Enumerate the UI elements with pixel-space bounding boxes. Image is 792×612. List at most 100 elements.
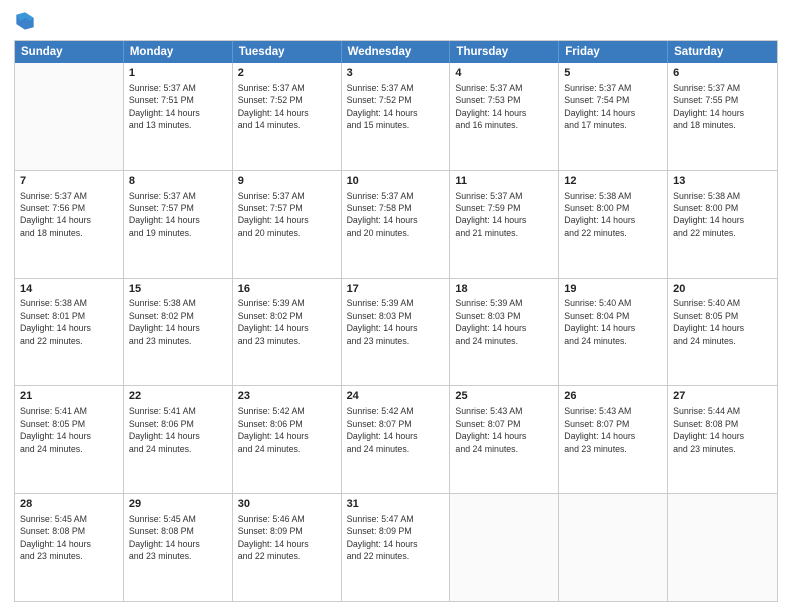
cell-content: Sunrise: 5:37 AM Sunset: 7:57 PM Dayligh…: [238, 191, 309, 238]
day-number: 11: [455, 174, 553, 189]
cal-cell: 6Sunrise: 5:37 AM Sunset: 7:55 PM Daylig…: [668, 63, 777, 170]
cell-content: Sunrise: 5:37 AM Sunset: 7:51 PM Dayligh…: [129, 83, 200, 130]
day-number: 20: [673, 282, 772, 297]
cal-cell: 12 Sunrise: 5:38 AM Sunset: 8:00 PM Dayli…: [559, 171, 668, 278]
day-number: 25: [455, 389, 553, 404]
cal-cell: 10 Sunrise: 5:37 AM Sunset: 7:58 PM Dayli…: [342, 171, 451, 278]
cell-content: Sunrise: 5:43 AM Sunset: 8:07 PM Dayligh…: [564, 406, 635, 453]
cal-cell: 23 Sunrise: 5:42 AM Sunset: 8:06 PM Dayli…: [233, 386, 342, 493]
cal-cell: [450, 494, 559, 601]
cell-content: Sunrise: 5:41 AM Sunset: 8:05 PM Dayligh…: [20, 406, 91, 453]
day-number: 6: [673, 66, 772, 81]
day-number: 30: [238, 497, 336, 512]
cal-cell: 22 Sunrise: 5:41 AM Sunset: 8:06 PM Dayli…: [124, 386, 233, 493]
cal-cell: [668, 494, 777, 601]
cal-cell: 2Sunrise: 5:37 AM Sunset: 7:52 PM Daylig…: [233, 63, 342, 170]
cell-content: Sunrise: 5:38 AM Sunset: 8:00 PM Dayligh…: [564, 191, 635, 238]
cell-content: Sunrise: 5:45 AM Sunset: 8:08 PM Dayligh…: [20, 514, 91, 561]
cal-cell: 9 Sunrise: 5:37 AM Sunset: 7:57 PM Daylig…: [233, 171, 342, 278]
cal-cell: 18Sunrise: 5:39 AM Sunset: 8:03 PM Dayli…: [450, 279, 559, 386]
cell-content: Sunrise: 5:41 AM Sunset: 8:06 PM Dayligh…: [129, 406, 200, 453]
cell-content: Sunrise: 5:40 AM Sunset: 8:04 PM Dayligh…: [564, 298, 635, 345]
cal-cell: 17Sunrise: 5:39 AM Sunset: 8:03 PM Dayli…: [342, 279, 451, 386]
cell-content: Sunrise: 5:38 AM Sunset: 8:02 PM Dayligh…: [129, 298, 200, 345]
cal-header-thursday: Thursday: [450, 41, 559, 63]
cal-cell: 31 Sunrise: 5:47 AM Sunset: 8:09 PM Dayli…: [342, 494, 451, 601]
logo: [14, 10, 40, 32]
day-number: 15: [129, 282, 227, 297]
cal-week-2: 7 Sunrise: 5:37 AM Sunset: 7:56 PM Daylig…: [15, 171, 777, 279]
calendar: SundayMondayTuesdayWednesdayThursdayFrid…: [14, 40, 778, 602]
cal-cell: 15Sunrise: 5:38 AM Sunset: 8:02 PM Dayli…: [124, 279, 233, 386]
day-number: 19: [564, 282, 662, 297]
cal-cell: 8Sunrise: 5:37 AM Sunset: 7:57 PM Daylig…: [124, 171, 233, 278]
cal-cell: 30 Sunrise: 5:46 AM Sunset: 8:09 PM Dayli…: [233, 494, 342, 601]
cal-cell: [559, 494, 668, 601]
day-number: 9: [238, 174, 336, 189]
cal-cell: 1 Sunrise: 5:37 AM Sunset: 7:51 PM Daylig…: [124, 63, 233, 170]
cal-week-1: 1 Sunrise: 5:37 AM Sunset: 7:51 PM Daylig…: [15, 63, 777, 171]
cal-header-saturday: Saturday: [668, 41, 777, 63]
cell-content: Sunrise: 5:39 AM Sunset: 8:02 PM Dayligh…: [238, 298, 309, 345]
cell-content: Sunrise: 5:46 AM Sunset: 8:09 PM Dayligh…: [238, 514, 309, 561]
cal-header-sunday: Sunday: [15, 41, 124, 63]
cal-cell: 16Sunrise: 5:39 AM Sunset: 8:02 PM Dayli…: [233, 279, 342, 386]
cell-content: Sunrise: 5:47 AM Sunset: 8:09 PM Dayligh…: [347, 514, 418, 561]
cal-cell: 7 Sunrise: 5:37 AM Sunset: 7:56 PM Daylig…: [15, 171, 124, 278]
day-number: 13: [673, 174, 772, 189]
day-number: 4: [455, 66, 553, 81]
day-number: 26: [564, 389, 662, 404]
day-number: 14: [20, 282, 118, 297]
cal-cell: 11 Sunrise: 5:37 AM Sunset: 7:59 PM Dayli…: [450, 171, 559, 278]
cal-cell: 3Sunrise: 5:37 AM Sunset: 7:52 PM Daylig…: [342, 63, 451, 170]
cal-header-friday: Friday: [559, 41, 668, 63]
cell-content: Sunrise: 5:38 AM Sunset: 8:00 PM Dayligh…: [673, 191, 744, 238]
day-number: 7: [20, 174, 118, 189]
cal-cell: 21 Sunrise: 5:41 AM Sunset: 8:05 PM Dayli…: [15, 386, 124, 493]
cell-content: Sunrise: 5:37 AM Sunset: 7:54 PM Dayligh…: [564, 83, 635, 130]
day-number: 23: [238, 389, 336, 404]
day-number: 31: [347, 497, 445, 512]
cell-content: Sunrise: 5:42 AM Sunset: 8:07 PM Dayligh…: [347, 406, 418, 453]
cal-cell: 27 Sunrise: 5:44 AM Sunset: 8:08 PM Dayli…: [668, 386, 777, 493]
cell-content: Sunrise: 5:44 AM Sunset: 8:08 PM Dayligh…: [673, 406, 744, 453]
day-number: 10: [347, 174, 445, 189]
cell-content: Sunrise: 5:37 AM Sunset: 7:58 PM Dayligh…: [347, 191, 418, 238]
cal-cell: 29Sunrise: 5:45 AM Sunset: 8:08 PM Dayli…: [124, 494, 233, 601]
day-number: 18: [455, 282, 553, 297]
cal-header-wednesday: Wednesday: [342, 41, 451, 63]
day-number: 27: [673, 389, 772, 404]
logo-icon: [14, 10, 36, 32]
cal-cell: 20Sunrise: 5:40 AM Sunset: 8:05 PM Dayli…: [668, 279, 777, 386]
cal-cell: 25Sunrise: 5:43 AM Sunset: 8:07 PM Dayli…: [450, 386, 559, 493]
cal-cell: 19Sunrise: 5:40 AM Sunset: 8:04 PM Dayli…: [559, 279, 668, 386]
cell-content: Sunrise: 5:39 AM Sunset: 8:03 PM Dayligh…: [455, 298, 526, 345]
page: SundayMondayTuesdayWednesdayThursdayFrid…: [0, 0, 792, 612]
day-number: 21: [20, 389, 118, 404]
cell-content: Sunrise: 5:40 AM Sunset: 8:05 PM Dayligh…: [673, 298, 744, 345]
day-number: 3: [347, 66, 445, 81]
cell-content: Sunrise: 5:37 AM Sunset: 7:56 PM Dayligh…: [20, 191, 91, 238]
cal-cell: 28 Sunrise: 5:45 AM Sunset: 8:08 PM Dayli…: [15, 494, 124, 601]
cell-content: Sunrise: 5:37 AM Sunset: 7:53 PM Dayligh…: [455, 83, 526, 130]
day-number: 1: [129, 66, 227, 81]
day-number: 12: [564, 174, 662, 189]
header: [14, 10, 778, 32]
cal-header-tuesday: Tuesday: [233, 41, 342, 63]
cal-cell: 26 Sunrise: 5:43 AM Sunset: 8:07 PM Dayli…: [559, 386, 668, 493]
cell-content: Sunrise: 5:42 AM Sunset: 8:06 PM Dayligh…: [238, 406, 309, 453]
day-number: 16: [238, 282, 336, 297]
cell-content: Sunrise: 5:37 AM Sunset: 7:52 PM Dayligh…: [238, 83, 309, 130]
day-number: 24: [347, 389, 445, 404]
cell-content: Sunrise: 5:37 AM Sunset: 7:59 PM Dayligh…: [455, 191, 526, 238]
cal-cell: 13 Sunrise: 5:38 AM Sunset: 8:00 PM Dayli…: [668, 171, 777, 278]
cell-content: Sunrise: 5:37 AM Sunset: 7:57 PM Dayligh…: [129, 191, 200, 238]
cal-header-monday: Monday: [124, 41, 233, 63]
day-number: 22: [129, 389, 227, 404]
day-number: 28: [20, 497, 118, 512]
cal-week-3: 14Sunrise: 5:38 AM Sunset: 8:01 PM Dayli…: [15, 279, 777, 387]
calendar-header-row: SundayMondayTuesdayWednesdayThursdayFrid…: [15, 41, 777, 63]
cal-week-5: 28 Sunrise: 5:45 AM Sunset: 8:08 PM Dayli…: [15, 494, 777, 601]
cell-content: Sunrise: 5:39 AM Sunset: 8:03 PM Dayligh…: [347, 298, 418, 345]
cell-content: Sunrise: 5:45 AM Sunset: 8:08 PM Dayligh…: [129, 514, 200, 561]
